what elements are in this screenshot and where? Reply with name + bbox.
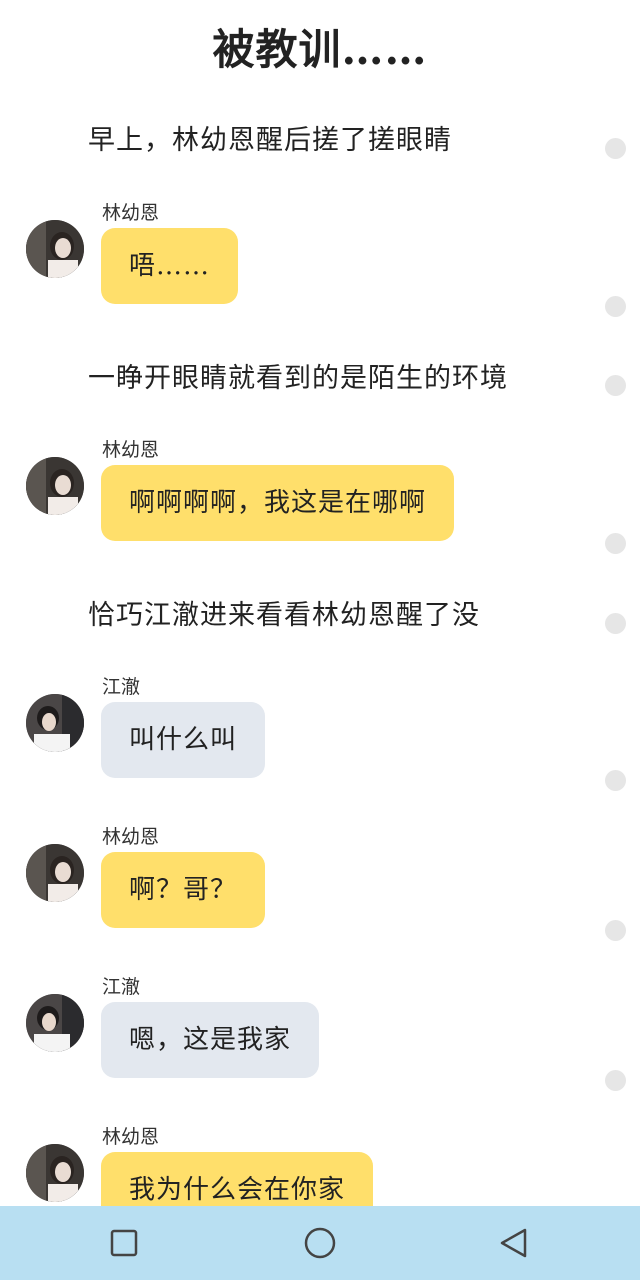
sender-name: 林幼恩 — [102, 1126, 160, 1148]
side-dot-button[interactable] — [605, 770, 626, 791]
side-dot-button[interactable] — [605, 296, 626, 317]
avatar-jiang[interactable] — [26, 694, 84, 752]
narration-line: 早上，林幼恩醒后搓了搓眼睛 — [88, 125, 452, 156]
message-bubble[interactable]: 啊？哥？ — [101, 852, 266, 928]
sender-name: 江澈 — [102, 676, 141, 698]
message-bubble[interactable]: 唔…… — [101, 228, 239, 304]
side-dot-button[interactable] — [605, 613, 626, 634]
story-title: 被教训…… — [212, 25, 428, 74]
message-bubble[interactable]: 啊啊啊啊，我这是在哪啊 — [101, 465, 455, 541]
circle-icon[interactable] — [302, 1225, 338, 1261]
narration-line: 一睁开眼睛就看到的是陌生的环境 — [88, 363, 508, 394]
sender-name: 江澈 — [102, 976, 141, 998]
side-dot-button[interactable] — [605, 920, 626, 941]
narration-line: 恰巧江澈进来看看林幼恩醒了没 — [88, 600, 480, 631]
message-bubble[interactable]: 叫什么叫 — [101, 702, 266, 778]
message-bubble[interactable]: 嗯，这是我家 — [101, 1002, 320, 1078]
sender-name: 林幼恩 — [102, 826, 160, 848]
sender-name: 林幼恩 — [102, 439, 160, 461]
avatar-lin[interactable] — [26, 457, 84, 515]
side-dot-button[interactable] — [605, 1070, 626, 1091]
sender-name: 林幼恩 — [102, 202, 160, 224]
avatar-jiang[interactable] — [26, 994, 84, 1052]
side-dot-button[interactable] — [605, 533, 626, 554]
triangle-back-icon[interactable] — [496, 1225, 532, 1261]
side-dot-button[interactable] — [605, 375, 626, 396]
navigation-bar — [0, 1206, 640, 1280]
avatar-lin[interactable] — [26, 844, 84, 902]
side-dot-button[interactable] — [605, 138, 626, 159]
avatar-lin[interactable] — [26, 1144, 84, 1202]
avatar-lin[interactable] — [26, 220, 84, 278]
square-icon[interactable] — [106, 1225, 142, 1261]
